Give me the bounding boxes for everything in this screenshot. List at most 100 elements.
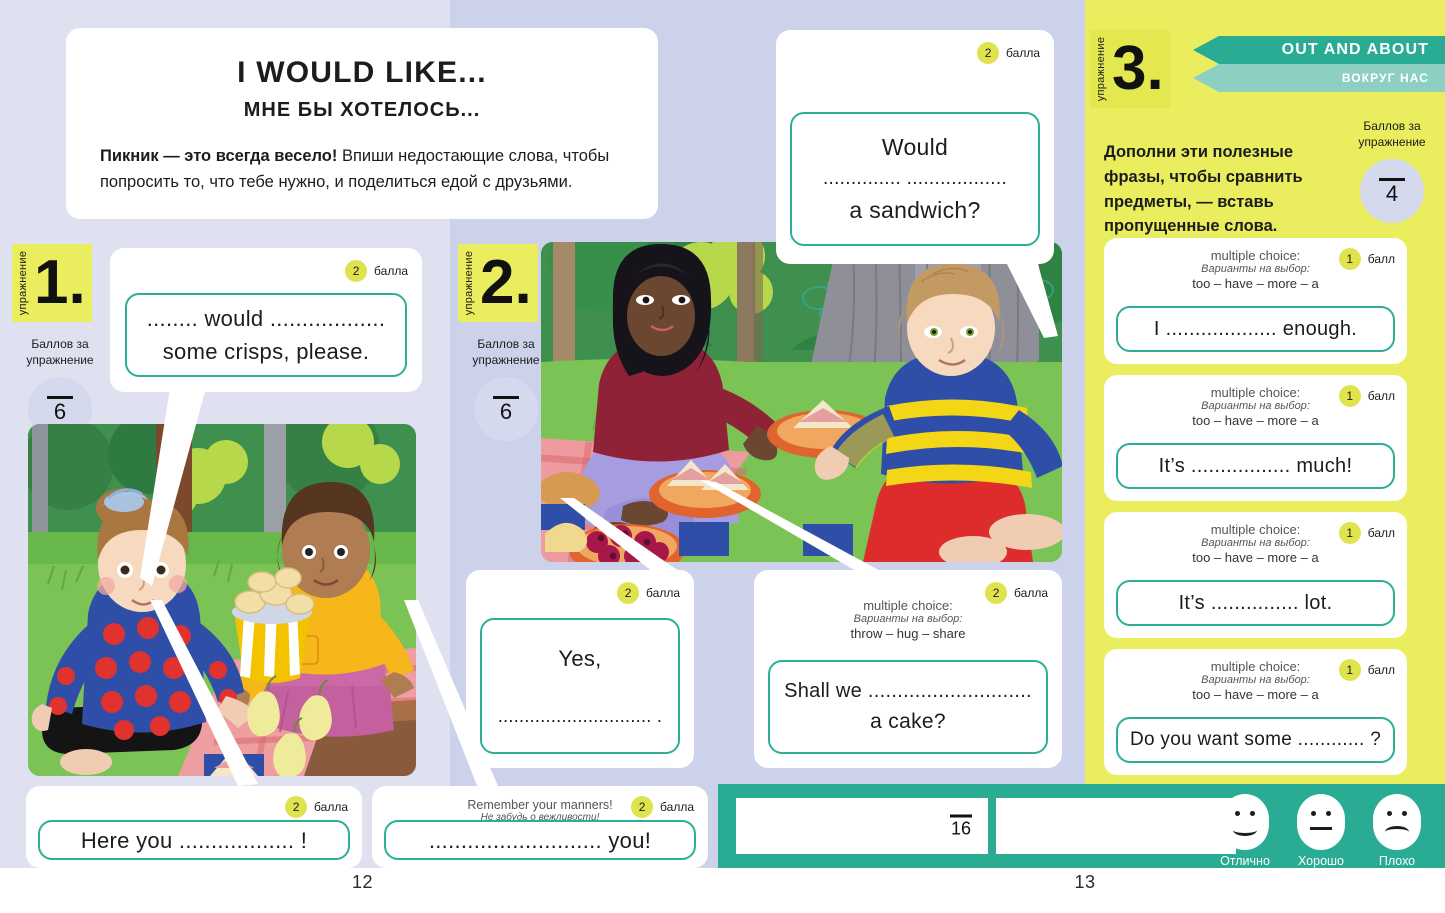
smiley-happy-icon	[1221, 794, 1269, 850]
answer-line-1: Shall we ............................	[784, 680, 1032, 703]
mc-card-2-header: multiple choice: Варианты на выбор: too …	[1104, 385, 1407, 428]
total-fraction-bar	[950, 814, 972, 818]
mc-card-2: 1 балл multiple choice: Варианты на выбо…	[1104, 375, 1407, 501]
mc-options: too – have – more – a	[1192, 687, 1319, 702]
ribbon-title-en: OUT AND ABOUT	[1193, 36, 1445, 64]
answer-field-here-you[interactable]: Here you .................. !	[38, 820, 350, 860]
points-label: балла	[1006, 46, 1040, 60]
exercise-3-score-circle[interactable]: 4	[1360, 159, 1424, 224]
exercise-2-number: 2.	[480, 248, 532, 318]
exercise-3-score-caption: Баллов за упражнение	[1358, 119, 1426, 150]
mc-label-ru: Варианты на выбор:	[1201, 263, 1310, 275]
answer-line-1: ........ would ..................	[146, 306, 386, 331]
mc-options: throw – hug – share	[850, 626, 966, 641]
answer-line-2: .............. ..................	[822, 167, 1008, 189]
smiley-neutral-icon	[1297, 794, 1345, 850]
lesson-instruction-bold: Пикник — это всегда весело!	[100, 147, 338, 165]
total-score-fraction: 16	[950, 814, 972, 839]
exercise-1-block: упражнение 1. Баллов за упражнение 6	[12, 244, 108, 442]
rating-option-bad[interactable]: Плохо	[1370, 794, 1424, 868]
answer-field-crisps[interactable]: ........ would .................. some c…	[125, 293, 407, 377]
exercise-1-denominator: 6	[53, 398, 67, 424]
mc-label-en: multiple choice:	[863, 598, 953, 613]
answer-field-mc-1[interactable]: I ................... enough.	[1116, 306, 1395, 352]
exercise-3-score-group: Баллов за упражнение 4	[1346, 118, 1438, 224]
answer-field-mc-3[interactable]: It’s ............... lot.	[1116, 580, 1395, 626]
mc-options: too – have – more – a	[1192, 413, 1319, 428]
points-label: балла	[374, 264, 408, 278]
exercise-2-block: упражнение 2. Баллов за упражнение 6	[458, 244, 554, 442]
points-value: 2	[977, 42, 1000, 64]
answer-line-1: It’s ............... lot.	[1178, 592, 1333, 614]
mc-card-3-header: multiple choice: Варианты на выбор: too …	[1104, 522, 1407, 565]
page-number-left: 12	[351, 872, 374, 892]
mc-card-3: 1 балл multiple choice: Варианты на выбо…	[1104, 512, 1407, 638]
speech-tail-crisps	[140, 388, 206, 586]
total-score-box[interactable]: 16	[736, 798, 988, 854]
answer-line-2: ............................. .	[497, 706, 663, 726]
mc-label-ru: Варианты на выбор:	[1201, 400, 1310, 412]
mc-card-4: 1 балл multiple choice: Варианты на выбо…	[1104, 649, 1407, 775]
mc-card-1: 1 балл multiple choice: Варианты на выбо…	[1104, 238, 1407, 364]
bubble-manners-card: 2 балла Remember your manners! Не забудь…	[372, 786, 708, 868]
bubble-yes-points: 2 балла	[617, 582, 680, 604]
answer-line-2: some crisps, please.	[162, 339, 370, 364]
rating-label-bad: Плохо	[1378, 854, 1416, 868]
exercise-1-number: 1.	[34, 248, 86, 318]
bubble-cake-choice-header: multiple choice: Варианты на выбор: thro…	[754, 598, 1062, 641]
lesson-title-ru: МНЕ БЫ ХОТЕЛОСЬ...	[243, 99, 481, 121]
page-number-right: 13	[1074, 872, 1096, 892]
mc-options: too – have – more – a	[1192, 550, 1319, 565]
rating-option-excellent[interactable]: Отлично	[1218, 794, 1272, 868]
answer-field-sandwich[interactable]: Would .............. .................. …	[790, 112, 1040, 246]
mc-label-en: multiple choice:	[1210, 522, 1301, 537]
exercise-1-vertical-label: упражнение	[17, 250, 29, 316]
answer-line-1: Here you .................. !	[80, 827, 308, 853]
mc-label-en: multiple choice:	[1210, 248, 1301, 263]
answer-field-mc-2[interactable]: It’s ................. much!	[1116, 443, 1395, 489]
total-denominator: 16	[950, 818, 972, 839]
answer-line-1: ........................... you!	[428, 827, 652, 853]
bubble-sandwich-card: 2 балла Would .............. ...........…	[776, 30, 1054, 264]
exercise-2-score-circle[interactable]: 6	[474, 377, 538, 442]
mc-label-ru: Варианты на выбор:	[1201, 674, 1310, 686]
rating-faces: Отлично Хорошо Плохо	[1218, 794, 1424, 868]
exercise-2-vertical-label: упражнение	[463, 250, 475, 316]
exercise-3-badge: упражнение 3.	[1090, 30, 1170, 108]
mc-label-ru: Варианты на выбор:	[1201, 537, 1310, 549]
exercise-3-instruction: Дополни эти полезные фразы, чтобы сравни…	[1104, 143, 1303, 236]
mc-label-en: multiple choice:	[1210, 385, 1301, 400]
exercise-3-number: 3.	[1112, 34, 1164, 104]
mc-label-ru: Варианты на выбор:	[853, 613, 963, 625]
lesson-title-card: I WOULD LIKE... МНЕ БЫ ХОТЕЛОСЬ... Пикни…	[66, 28, 658, 219]
answer-field-mc-4[interactable]: Do you want some ............ ?	[1116, 717, 1395, 763]
exercise-1-badge: упражнение 1.	[12, 244, 92, 322]
answer-line-1: Do you want some ............ ?	[1129, 728, 1382, 750]
section-ribbon: OUT AND ABOUT ВОКРУГ НАС	[1193, 36, 1445, 92]
ribbon-title-ru: ВОКРУГ НАС	[1193, 64, 1445, 92]
bubble-crisps-points: 2 балла	[345, 260, 408, 282]
answer-line-1: Yes,	[558, 646, 602, 671]
notes-box[interactable]	[996, 798, 1236, 854]
rating-label-good: Хорошо	[1297, 854, 1345, 868]
points-label: балла	[314, 800, 348, 814]
exercise-2-badge: упражнение 2.	[458, 244, 538, 322]
mc-card-4-header: multiple choice: Варианты на выбор: too …	[1104, 659, 1407, 702]
mc-card-1-header: multiple choice: Варианты на выбор: too …	[1104, 248, 1407, 291]
answer-field-yes[interactable]: Yes, ............................. .	[480, 618, 680, 754]
smiley-sad-icon	[1373, 794, 1421, 850]
lesson-title-en: I WOULD LIKE...	[237, 56, 487, 89]
exercise-3-denominator: 4	[1385, 180, 1399, 206]
workbook-spread: I WOULD LIKE... МНЕ БЫ ХОТЕЛОСЬ... Пикни…	[0, 0, 1445, 913]
speech-tail-yes	[560, 498, 680, 576]
answer-field-manners[interactable]: ........................... you!	[384, 820, 696, 860]
answer-field-cake[interactable]: Shall we ............................ a …	[768, 660, 1048, 754]
points-label: балла	[646, 586, 680, 600]
manners-note-en: Remember your manners!	[467, 798, 613, 812]
speech-tail-here-you	[150, 600, 258, 786]
bubble-crisps-card: 2 балла ........ would .................…	[110, 248, 422, 392]
rating-option-good[interactable]: Хорошо	[1294, 794, 1348, 868]
speech-tail-cake	[700, 480, 886, 578]
bubble-here-you-points: 2 балла	[285, 796, 348, 818]
rating-label-excellent: Отлично	[1220, 854, 1270, 868]
